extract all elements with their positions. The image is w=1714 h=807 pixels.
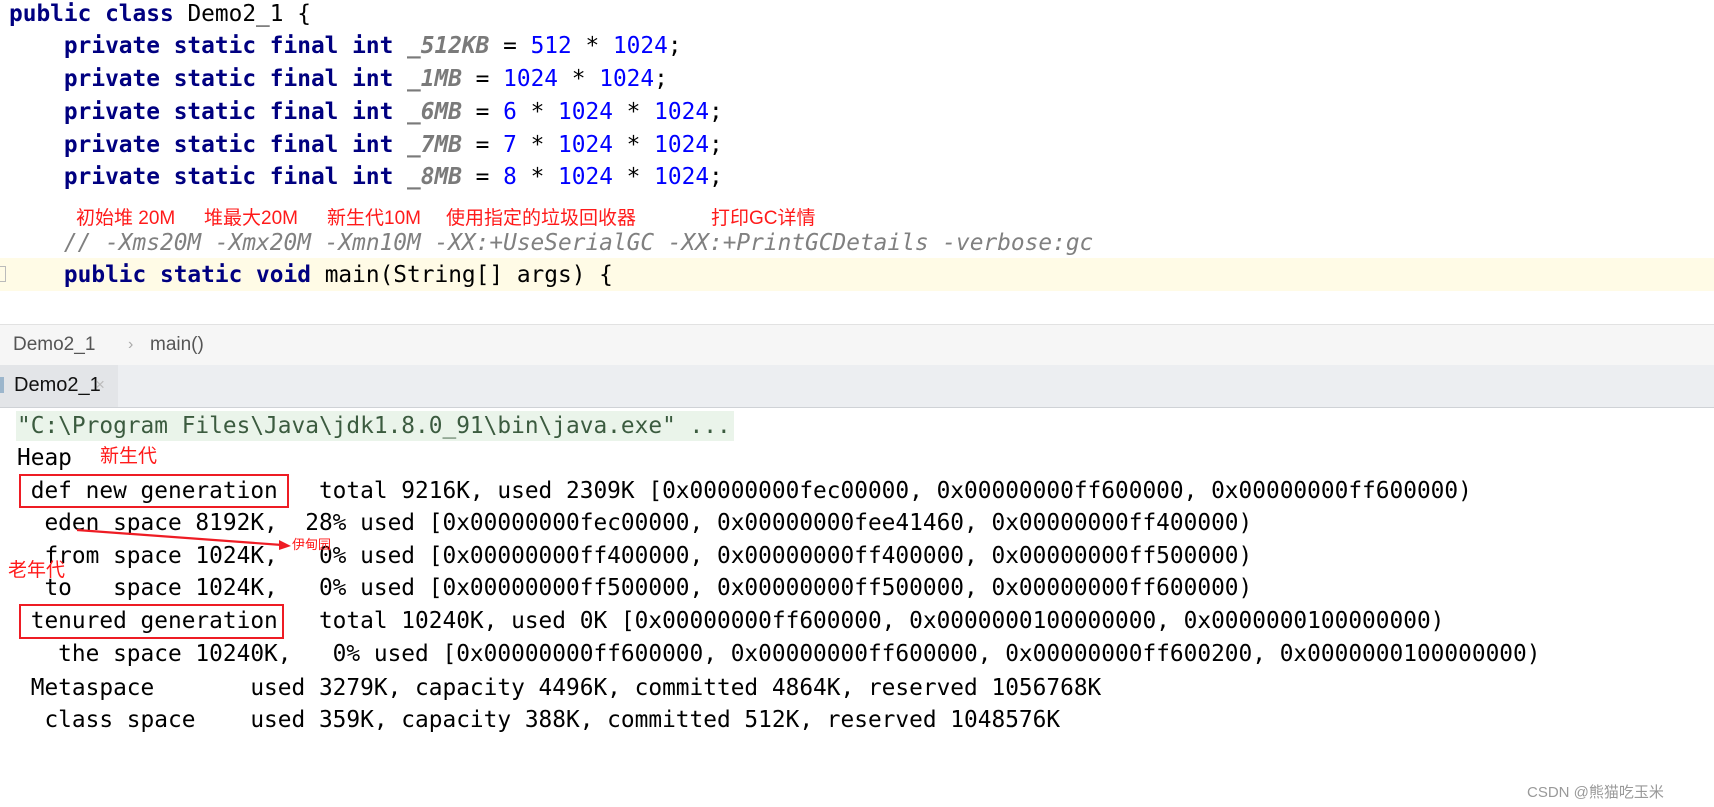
arrow-line [76,528,283,547]
arrow-annotation [76,528,291,550]
arrow-head-icon [279,540,291,550]
watermark: CSDN @熊猫吃玉米 [1527,784,1664,801]
